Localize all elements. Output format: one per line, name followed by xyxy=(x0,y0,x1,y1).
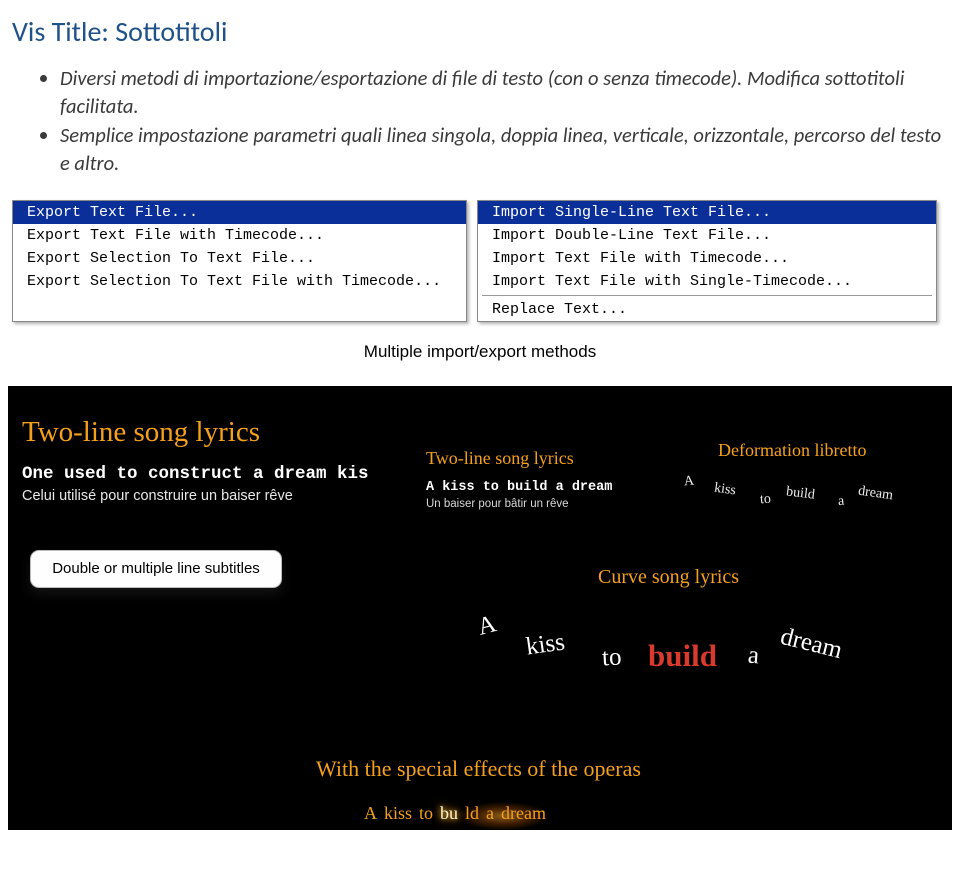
curve-word: A xyxy=(475,610,500,642)
caption-import-export: Multiple import/export methods xyxy=(0,322,960,386)
menu-item-import-single-timecode[interactable]: Import Text File with Single-Timecode... xyxy=(478,270,936,293)
curve-word: to xyxy=(601,643,622,672)
menu-item-export-text[interactable]: Export Text File... xyxy=(13,201,466,224)
curve-word: kiss xyxy=(713,480,737,499)
menu-item-import-single-line[interactable]: Import Single-Line Text File... xyxy=(478,201,936,224)
special-effects-caption: With the special effects of the operas xyxy=(316,756,641,782)
subtitle3-curve: A kiss to build a dream xyxy=(678,456,928,516)
menu-item-export-selection[interactable]: Export Selection To Text File... xyxy=(13,247,466,270)
curve-word: to xyxy=(759,491,771,508)
import-menu[interactable]: Import Single-Line Text File... Import D… xyxy=(477,200,937,322)
bullet-item: Diversi metodi di importazione/esportazi… xyxy=(60,65,948,120)
fx-word: dream xyxy=(501,803,546,824)
fx-word: ld xyxy=(465,803,479,824)
special-effects-lyrics: A kiss to bu ld a dream xyxy=(364,803,546,824)
subtitle1-line2: Celui utilisé pour construire un baiser … xyxy=(22,488,293,504)
curve-word: dream xyxy=(778,623,845,665)
multi-line-subtitle-label: Double or multiple line subtitles xyxy=(30,550,282,588)
curve-word: build xyxy=(785,484,816,503)
menu-item-import-double-line[interactable]: Import Double-Line Text File... xyxy=(478,224,936,247)
menu-item-replace-text[interactable]: Replace Text... xyxy=(478,298,936,321)
menu-item-export-timecode[interactable]: Export Text File with Timecode... xyxy=(13,224,466,247)
fx-word: kiss xyxy=(384,803,412,824)
menus-row: Export Text File... Export Text File wit… xyxy=(0,200,960,322)
fx-word-highlight: bu xyxy=(440,803,458,824)
subtitle-preview-area: Two-line song lyrics One used to constru… xyxy=(8,386,952,830)
menu-item-export-selection-timecode[interactable]: Export Selection To Text File with Timec… xyxy=(13,270,466,293)
subtitle2-title: Two-line song lyrics xyxy=(426,448,574,469)
curve-word: A xyxy=(683,473,694,490)
page-title: Vis Title: Sottotitoli xyxy=(0,0,960,59)
curve-lyrics: A kiss to build a dream xyxy=(478,586,918,696)
menu-item-import-timecode[interactable]: Import Text File with Timecode... xyxy=(478,247,936,270)
curve-word: kiss xyxy=(524,628,566,661)
fx-word: a xyxy=(486,803,494,824)
bullet-item: Semplice impostazione parametri quali li… xyxy=(60,122,948,177)
subtitle1-title: Two-line song lyrics xyxy=(22,416,260,449)
menu-divider xyxy=(482,295,932,296)
curve-word: a xyxy=(747,641,761,670)
export-menu[interactable]: Export Text File... Export Text File wit… xyxy=(12,200,467,322)
fx-word: A xyxy=(364,803,377,824)
curve-word: dream xyxy=(857,483,894,504)
curve-word: a xyxy=(837,493,845,510)
subtitle1-line1: One used to construct a dream kis xyxy=(22,464,369,484)
feature-bullet-list: Diversi metodi di importazione/esportazi… xyxy=(0,59,960,200)
fx-word: to xyxy=(419,803,433,824)
subtitle2-line2: Un baiser pour bâtir un rêve xyxy=(426,498,569,510)
subtitle2-line1: A kiss to build a dream xyxy=(426,480,612,495)
curve-word-highlight: build xyxy=(648,638,717,674)
